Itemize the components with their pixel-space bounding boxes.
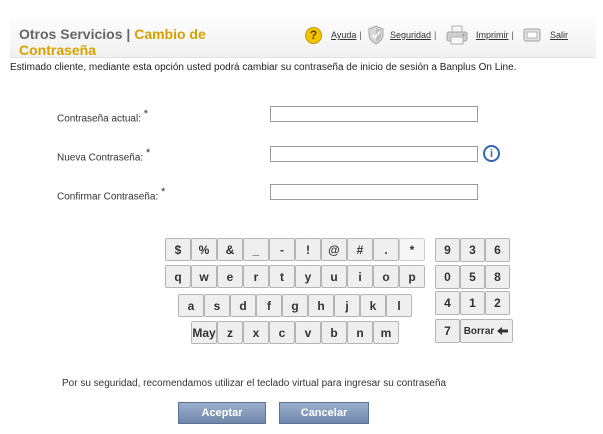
numpad-key[interactable]: 6: [485, 238, 510, 262]
shield-icon[interactable]: [367, 25, 385, 45]
toolbar-separator: |: [359, 30, 362, 40]
keyboard-key[interactable]: _: [243, 238, 269, 261]
keyboard-key[interactable]: @: [321, 238, 347, 261]
keyboard-key[interactable]: n: [347, 321, 373, 344]
keyboard-key[interactable]: u: [321, 265, 347, 288]
help-link-label[interactable]: Ayuda: [331, 30, 356, 40]
keyboard-key[interactable]: b: [321, 321, 347, 344]
current-password-label-text: Contraseña actual:: [57, 113, 141, 125]
security-link[interactable]: Seguridad |: [367, 25, 439, 45]
backspace-arrow-icon: [497, 327, 509, 335]
keyboard-key[interactable]: x: [243, 321, 269, 344]
security-note: Por su seguridad, recomendamos utilizar …: [62, 378, 447, 389]
keyboard-key[interactable]: %: [191, 238, 217, 261]
keyboard-key[interactable]: k: [360, 294, 386, 317]
exit-link-label[interactable]: Salir: [550, 30, 568, 40]
current-password-label: Contraseña actual: *: [57, 108, 148, 124]
keyboard-key[interactable]: e: [217, 265, 243, 288]
new-password-label-text: Nueva Contraseña:: [57, 152, 144, 164]
keyboard-key[interactable]: m: [373, 321, 399, 344]
cancel-button[interactable]: Cancelar: [279, 402, 369, 424]
keyboard-key[interactable]: c: [269, 321, 295, 344]
keyboard-key[interactable]: q: [165, 265, 191, 288]
keyboard-key[interactable]: .: [373, 238, 399, 261]
delete-key-label: Borrar: [463, 325, 495, 337]
numpad-key[interactable]: 5: [460, 265, 485, 289]
keyboard-key[interactable]: *: [399, 238, 425, 261]
keyboard-key[interactable]: i: [347, 265, 373, 288]
keyboard-key[interactable]: s: [204, 294, 230, 317]
keyboard-key[interactable]: d: [230, 294, 256, 317]
delete-key[interactable]: Borrar: [460, 319, 513, 343]
print-link[interactable]: Imprimir |: [446, 25, 517, 45]
current-password-input[interactable]: [270, 106, 478, 122]
keyboard-key[interactable]: #: [347, 238, 373, 261]
keyboard-key[interactable]: g: [282, 294, 308, 317]
info-icon[interactable]: i: [483, 145, 500, 162]
toolbar-separator: |: [511, 30, 514, 40]
required-mark: *: [145, 147, 151, 159]
keyboard-key[interactable]: &: [217, 238, 243, 261]
print-link-label[interactable]: Imprimir: [476, 30, 509, 40]
numpad-key[interactable]: 7: [435, 319, 460, 343]
confirm-password-input[interactable]: [270, 184, 478, 200]
section-name: Otros Servicios: [19, 26, 123, 42]
keyboard-key[interactable]: w: [191, 265, 217, 288]
keyboard-key[interactable]: a: [178, 294, 204, 317]
numpad-key[interactable]: 4: [435, 291, 460, 315]
help-icon[interactable]: ?: [305, 26, 322, 44]
exit-link[interactable]: Salir: [523, 25, 568, 45]
required-mark: *: [160, 186, 166, 198]
new-password-label: Nueva Contraseña: *: [57, 147, 150, 163]
numpad-key[interactable]: 2: [485, 291, 510, 315]
keyboard-key[interactable]: v: [295, 321, 321, 344]
numpad-key[interactable]: 1: [460, 291, 485, 315]
keyboard-key[interactable]: -: [269, 238, 295, 261]
keyboard-key[interactable]: h: [308, 294, 334, 317]
printer-icon[interactable]: [446, 25, 468, 45]
page-title: Otros Servicios | Cambio de Contraseña: [19, 26, 239, 58]
keyboard-key[interactable]: o: [373, 265, 399, 288]
required-mark: *: [143, 108, 149, 120]
keyboard-key[interactable]: z: [217, 321, 243, 344]
keyboard-key[interactable]: p: [399, 265, 425, 288]
security-link-label[interactable]: Seguridad: [390, 30, 431, 40]
toolbar-separator: |: [434, 30, 437, 40]
keyboard-key[interactable]: t: [269, 265, 295, 288]
help-link[interactable]: ? Ayuda |: [305, 25, 365, 45]
confirm-password-label-text: Confirmar Contraseña:: [57, 191, 159, 203]
numpad-key[interactable]: 3: [460, 238, 485, 262]
keyboard-key[interactable]: j: [334, 294, 360, 317]
caps-lock-key[interactable]: May: [191, 321, 217, 344]
keyboard-key[interactable]: $: [165, 238, 191, 261]
keyboard-key[interactable]: y: [295, 265, 321, 288]
exit-icon[interactable]: [523, 28, 541, 42]
new-password-input[interactable]: [270, 146, 478, 162]
confirm-password-label: Confirmar Contraseña: *: [57, 186, 165, 202]
intro-text: Estimado cliente, mediante esta opción u…: [10, 62, 517, 73]
numpad-key[interactable]: 8: [485, 265, 510, 289]
title-separator: |: [126, 26, 131, 42]
numpad-key[interactable]: 0: [435, 265, 460, 289]
accept-button[interactable]: Aceptar: [178, 402, 266, 424]
numpad-key[interactable]: 9: [435, 238, 460, 262]
keyboard-key[interactable]: f: [256, 294, 282, 317]
keyboard-key[interactable]: r: [243, 265, 269, 288]
keyboard-key[interactable]: l: [386, 294, 412, 317]
keyboard-key[interactable]: !: [295, 238, 321, 261]
